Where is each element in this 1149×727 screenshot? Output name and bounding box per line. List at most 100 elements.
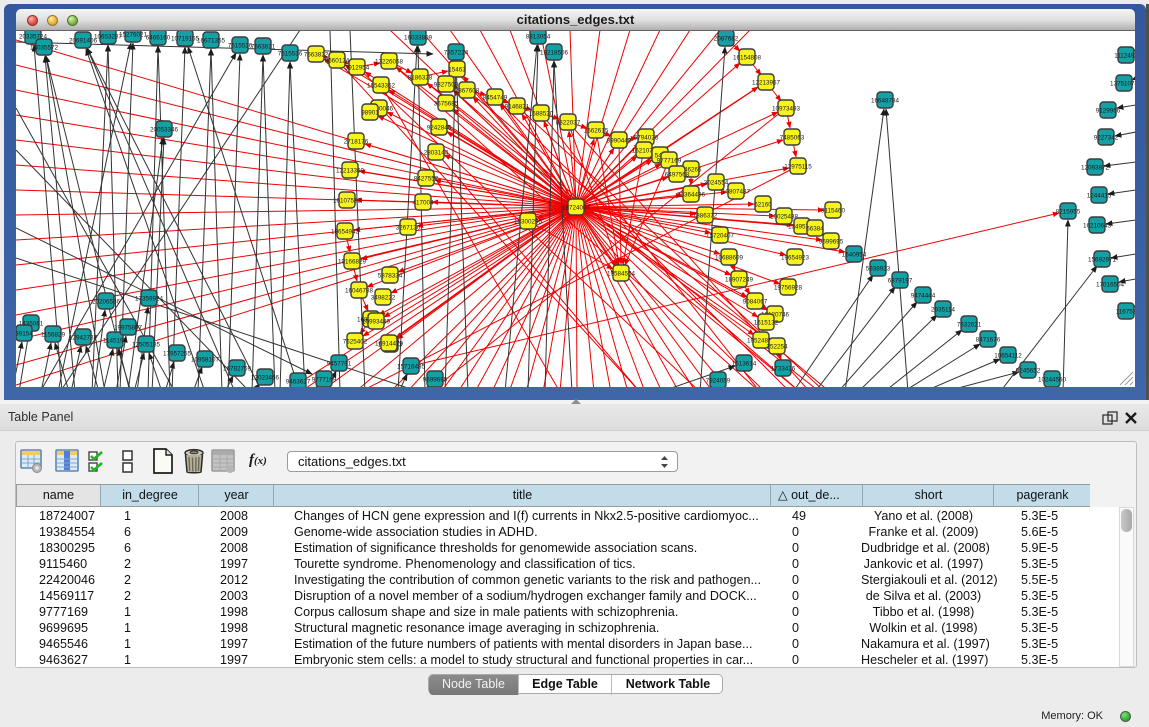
svg-text:66384: 66384 xyxy=(806,225,824,232)
svg-text:19975867: 19975867 xyxy=(114,324,143,331)
svg-text:9474444: 9474444 xyxy=(911,292,936,299)
svg-text:9777169: 9777169 xyxy=(657,157,682,164)
svg-text:5878334: 5878334 xyxy=(378,272,403,279)
svg-text:3498222: 3498222 xyxy=(371,294,396,301)
svg-text:19654923: 19654923 xyxy=(781,254,810,261)
svg-text:16914479: 16914479 xyxy=(375,340,404,347)
svg-text:1112492: 1112492 xyxy=(1114,52,1135,59)
svg-text:15720407: 15720407 xyxy=(706,232,735,239)
svg-text:8813054: 8813054 xyxy=(526,33,551,40)
svg-text:14035572: 14035572 xyxy=(30,44,59,51)
svg-text:9115460: 9115460 xyxy=(821,207,846,214)
svg-text:12213967: 12213967 xyxy=(752,79,781,86)
svg-text:7632621: 7632621 xyxy=(957,321,982,328)
svg-text:9699695: 9699695 xyxy=(423,376,448,383)
svg-text:1562615: 1562615 xyxy=(584,127,609,134)
svg-text:1156829: 1156829 xyxy=(41,331,66,338)
svg-text:9777169: 9777169 xyxy=(312,376,337,383)
svg-text:8427552: 8427552 xyxy=(414,175,439,182)
svg-text:1588520: 1588520 xyxy=(529,110,554,117)
svg-text:10993489: 10993489 xyxy=(362,318,391,325)
svg-text:19166829: 19166829 xyxy=(338,258,367,265)
svg-text:2867608: 2867608 xyxy=(455,87,480,94)
svg-text:19654943: 19654943 xyxy=(331,228,360,235)
svg-text:16154808: 16154808 xyxy=(733,54,762,61)
svg-text:16107553: 16107553 xyxy=(333,197,362,204)
svg-text:15276021: 15276021 xyxy=(119,31,148,38)
svg-text:1615132: 1615132 xyxy=(754,319,779,326)
svg-text:16210643: 16210643 xyxy=(1083,222,1112,229)
svg-text:12093872: 12093872 xyxy=(1081,164,1110,171)
svg-text:7663821: 7663821 xyxy=(251,43,276,50)
svg-text:6466160: 6466160 xyxy=(146,34,171,41)
svg-text:8471676: 8471676 xyxy=(976,336,1001,343)
svg-text:16648784: 16648784 xyxy=(871,97,900,104)
svg-text:18300295: 18300295 xyxy=(514,218,543,225)
svg-text:7515526: 7515526 xyxy=(228,42,253,49)
svg-text:8454749: 8454749 xyxy=(483,94,508,101)
svg-text:18724007: 18724007 xyxy=(562,204,591,211)
svg-text:10719155: 10719155 xyxy=(171,35,200,42)
svg-text:16671355: 16671355 xyxy=(197,37,226,44)
svg-text:116753: 116753 xyxy=(1116,308,1135,315)
svg-text:417004: 417004 xyxy=(412,199,434,206)
svg-text:1244415: 1244415 xyxy=(1087,192,1112,199)
svg-text:1733426: 1733426 xyxy=(771,365,796,372)
svg-text:10688609: 10688609 xyxy=(715,254,744,261)
svg-text:9245652: 9245652 xyxy=(1016,367,1041,374)
svg-text:2803144: 2803144 xyxy=(424,149,449,156)
svg-text:8215955: 8215955 xyxy=(1056,208,1081,215)
svg-text:16046788: 16046788 xyxy=(345,287,374,294)
svg-text:9227342: 9227342 xyxy=(1094,134,1119,141)
svg-text:6497568: 6497568 xyxy=(665,171,690,178)
svg-text:9457791: 9457791 xyxy=(327,360,352,367)
svg-text:15463: 15463 xyxy=(448,66,466,73)
svg-text:9242845: 9242845 xyxy=(427,124,452,131)
svg-text:12213369: 12213369 xyxy=(336,167,365,174)
svg-text:3024554: 3024554 xyxy=(704,179,729,186)
svg-text:17016504: 17016504 xyxy=(1096,281,1125,288)
svg-text:7485063: 7485063 xyxy=(780,134,805,141)
svg-text:9699695: 9699695 xyxy=(819,238,844,245)
svg-text:6794028: 6794028 xyxy=(634,134,659,141)
svg-text:10958107: 10958107 xyxy=(191,356,220,363)
svg-text:10654112: 10654112 xyxy=(994,352,1022,359)
svg-text:3912954: 3912954 xyxy=(345,64,370,71)
svg-text:10244560: 10244560 xyxy=(1038,376,1067,383)
svg-text:16782759: 16782759 xyxy=(223,365,252,372)
svg-text:5938923: 5938923 xyxy=(866,265,891,272)
svg-text:7625402: 7625402 xyxy=(343,338,368,345)
svg-text:3267130: 3267130 xyxy=(396,224,421,231)
svg-text:18907249: 18907249 xyxy=(725,276,754,283)
svg-text:15716485: 15716485 xyxy=(397,363,426,370)
svg-text:1640954: 1640954 xyxy=(842,251,867,258)
svg-text:17359924: 17359924 xyxy=(135,295,164,302)
svg-text:9084067: 9084067 xyxy=(743,298,768,305)
svg-text:12975115: 12975115 xyxy=(784,163,812,170)
svg-text:1145194: 1145194 xyxy=(103,337,128,344)
svg-text:7515536: 7515536 xyxy=(278,50,303,57)
svg-text:12023466: 12023466 xyxy=(251,374,280,381)
svg-text:15692971: 15692971 xyxy=(1088,256,1117,263)
svg-text:2935114: 2935114 xyxy=(931,306,956,313)
svg-text:20053346: 20053346 xyxy=(150,126,179,133)
svg-text:19584554: 19584554 xyxy=(607,270,636,277)
svg-text:62160: 62160 xyxy=(754,201,772,208)
svg-text:7357224: 7357224 xyxy=(444,49,469,56)
svg-text:7386372: 7386372 xyxy=(693,212,718,219)
svg-text:3675685: 3675685 xyxy=(434,100,459,107)
svg-text:2718176: 2718176 xyxy=(344,138,369,145)
svg-text:7924059: 7924059 xyxy=(706,377,731,384)
svg-text:252254: 252254 xyxy=(766,343,788,350)
svg-text:20364436: 20364436 xyxy=(677,191,706,198)
svg-text:12505135: 12505135 xyxy=(132,341,161,348)
svg-text:19756928: 19756928 xyxy=(774,284,803,291)
svg-text:1513614: 1513614 xyxy=(732,360,757,367)
svg-text:2087682: 2087682 xyxy=(714,35,739,42)
svg-text:6879197: 6879197 xyxy=(888,277,913,284)
svg-text:16033809: 16033809 xyxy=(404,34,433,41)
svg-text:8186328: 8186328 xyxy=(408,74,433,81)
svg-text:13751074: 13751074 xyxy=(1110,80,1135,87)
svg-text:8322037: 8322037 xyxy=(556,119,581,126)
svg-text:9463627: 9463627 xyxy=(286,378,311,385)
